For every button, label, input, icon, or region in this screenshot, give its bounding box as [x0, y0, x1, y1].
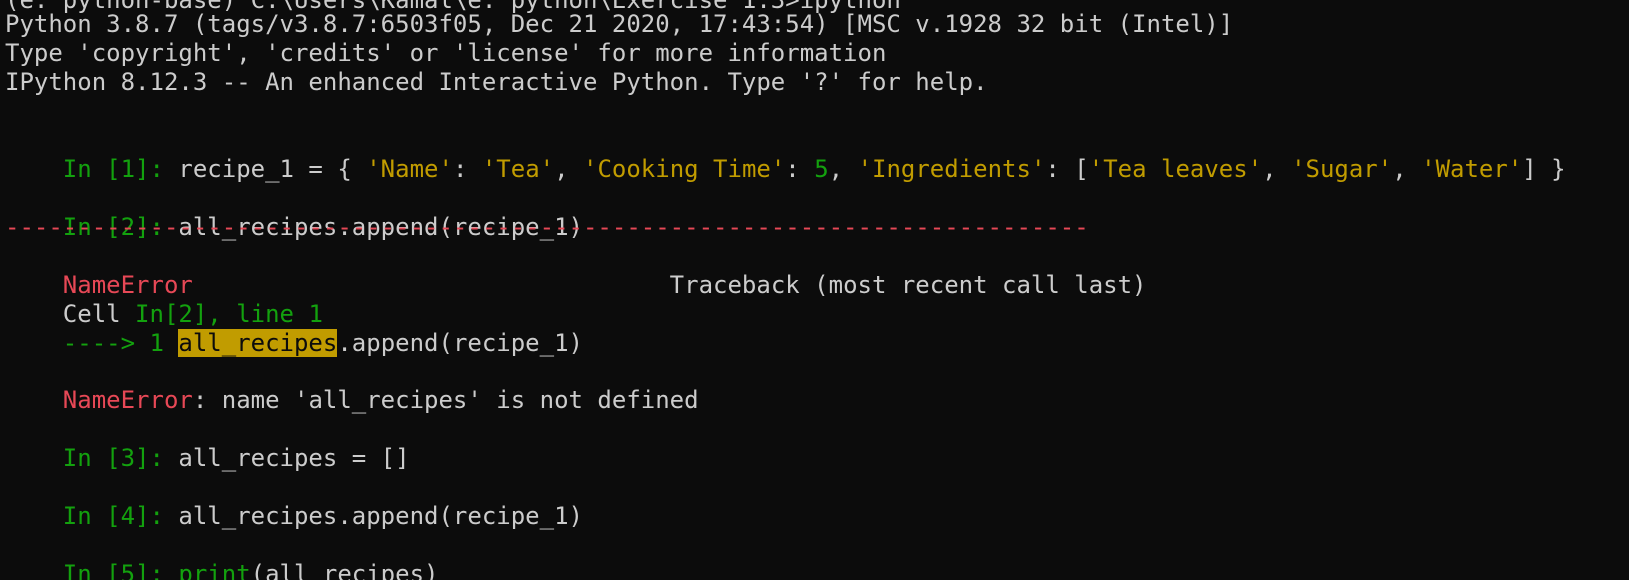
traceback-rest: .append(recipe_1)	[337, 329, 583, 357]
cell-1-line: In [1]: recipe_1 = { 'Name': 'Tea', 'Coo…	[5, 126, 1566, 183]
cell-2-line: In [2]: all_recipes.append(recipe_1)	[5, 184, 583, 241]
error-message-line: NameError: name 'all_recipes' is not def…	[5, 357, 699, 414]
traceback-cell-line: Cell In[2], line 1	[5, 271, 323, 328]
traceback-arrow: ----> 1	[62, 329, 179, 357]
cell-1-number: 5	[814, 155, 829, 183]
cell-1-comma: ,	[828, 155, 858, 183]
cell-1-key-name: 'Name'	[366, 155, 453, 183]
python-version-banner: Python 3.8.7 (tags/v3.8.7:6503f05, Dec 2…	[5, 10, 1234, 38]
error-message-type: NameError	[62, 386, 193, 414]
cell-1-value-water: 'Water'	[1421, 155, 1523, 183]
cell-1-comma: ,	[1262, 155, 1292, 183]
cell-4-line: In [4]: all_recipes.append(recipe_1)	[5, 473, 583, 530]
cell-5-prompt: In [5]:	[62, 560, 179, 580]
cell-1-colon-bracket: : [	[1045, 155, 1089, 183]
cell-1-prompt: In [1]:	[62, 155, 179, 183]
cell-1-value-tea-leaves: 'Tea leaves'	[1088, 155, 1263, 183]
traceback-label: Traceback (most recent call last)	[669, 271, 1147, 299]
cell-4-prompt: In [4]:	[62, 502, 179, 530]
cell-4-code: all_recipes.append(recipe_1)	[178, 502, 583, 530]
error-divider: ----------------------------------------…	[5, 213, 1089, 241]
cell-1-colon: :	[785, 155, 815, 183]
cell-3-code: all_recipes = []	[178, 444, 410, 472]
cell-5-builtin: print	[178, 560, 251, 580]
cell-1-comma: ,	[554, 155, 583, 183]
cell-5-line[interactable]: In [5]: print(all_recipes)	[5, 531, 439, 580]
cell-1-colon: :	[452, 155, 482, 183]
cell-5-args: (all_recipes)	[250, 560, 439, 580]
cell-3-line: In [3]: all_recipes = []	[5, 415, 410, 472]
cell-1-code-prefix: recipe_1 = {	[178, 155, 367, 183]
cell-1-key-cooking-time: 'Cooking Time'	[583, 155, 786, 183]
cell-1-value-sugar: 'Sugar'	[1291, 155, 1393, 183]
traceback-code-line: ----> 1 all_recipes.append(recipe_1)	[5, 300, 583, 357]
cell-1-value-tea: 'Tea'	[481, 155, 555, 183]
cell-1-comma: ,	[1392, 155, 1422, 183]
cell-1-close: ] }	[1522, 155, 1566, 183]
traceback-highlight: all_recipes	[178, 329, 338, 357]
error-message-text: : name 'all_recipes' is not defined	[192, 386, 699, 414]
cell-3-prompt: In [3]:	[62, 444, 179, 472]
cell-1-key-ingredients: 'Ingredients'	[857, 155, 1046, 183]
ipython-banner: IPython 8.12.3 -- An enhanced Interactiv…	[5, 68, 988, 96]
error-header-line: NameError Traceback (most recent call la…	[5, 242, 1147, 299]
copyright-banner: Type 'copyright', 'credits' or 'license'…	[5, 39, 887, 67]
terminal-window[interactable]: (e: python-base) C:\Users\Kamal\e: pytho…	[0, 0, 1629, 580]
